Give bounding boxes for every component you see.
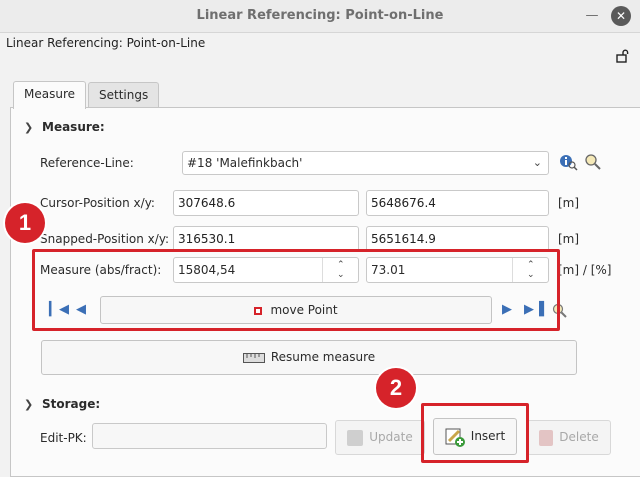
measure-abs-spinbox[interactable]: 15804,54 ⌃ ⌄ [173,257,359,283]
trash-icon [539,429,554,446]
reference-line-select[interactable]: #18 'Malefinkbach' ⌄ [182,151,549,175]
measure-fract-value: 73.01 [371,263,406,277]
update-button[interactable]: Update [335,420,425,455]
save-icon [347,429,364,446]
snapped-y-field[interactable]: 5651614.9 [366,226,549,252]
chevron-down-icon[interactable]: ⌄ [337,271,345,280]
reference-line-label: Reference-Line: [40,156,134,170]
measure-section-header[interactable]: ❯ Measure: [24,120,105,134]
reference-line-value: #18 'Malefinkbach' [187,156,303,170]
chevron-down-icon: ⌄ [532,156,542,169]
chevron-up-icon[interactable]: ⌃ [527,261,535,270]
zoom-icon[interactable] [552,303,568,319]
snapped-position-label: Snapped-Position x/y: [40,232,170,246]
unlock-icon[interactable] [615,49,629,63]
cursor-y-field[interactable]: 5648676.4 [366,190,549,216]
annotation-badge-1: 1 [5,203,45,243]
chevron-down-icon[interactable]: ⌄ [527,271,535,280]
tab-measure[interactable]: Measure [13,81,86,109]
resume-measure-button[interactable]: Resume measure [41,340,577,375]
chevron-up-icon[interactable]: ⌃ [337,261,345,270]
chevron-down-icon: ❯ [24,398,34,411]
point-icon [254,306,263,315]
delete-button[interactable]: Delete [527,420,611,455]
zoom-icon[interactable] [584,153,602,171]
move-point-button[interactable]: move Point [100,296,492,324]
close-icon[interactable]: ✕ [611,6,631,26]
last-icon[interactable]: ▶▐ [524,302,544,317]
storage-section-header[interactable]: ❯ Storage: [24,397,100,411]
insert-icon [445,428,465,447]
snapped-unit: [m] [558,232,580,246]
window-title: Linear Referencing: Point-on-Line [196,8,444,23]
tab-settings[interactable]: Settings [88,82,160,108]
measure-unit: [m] / [%] [558,263,612,277]
edit-pk-label: Edit-PK: [40,431,87,445]
next-icon[interactable]: ▶ [502,302,512,317]
measure-abs-value: 15804,54 [178,263,236,277]
info-icon[interactable] [558,153,578,171]
panel-title: Linear Referencing: Point-on-Line [6,36,206,50]
cursor-position-label: Cursor-Position x/y: [40,196,155,210]
cursor-x-field[interactable]: 307648.6 [173,190,359,216]
edit-pk-field[interactable] [92,423,327,449]
minimize-icon[interactable]: — [582,6,602,26]
measure-fract-stepper[interactable]: ⌃ ⌄ [512,258,548,282]
first-icon[interactable]: ▎◀ [49,302,69,317]
insert-button[interactable]: Insert [433,418,517,455]
cursor-unit: [m] [558,196,580,210]
measure-fract-spinbox[interactable]: 73.01 ⌃ ⌄ [366,257,549,283]
annotation-badge-2: 2 [376,368,416,408]
ruler-icon [242,352,265,363]
measure-label: Measure (abs/fract): [40,263,162,277]
snapped-x-field[interactable]: 316530.1 [173,226,359,252]
previous-icon[interactable]: ◀ [76,302,86,317]
measure-abs-stepper[interactable]: ⌃ ⌄ [322,258,358,282]
window-titlebar: Linear Referencing: Point-on-Line — ✕ [0,0,640,33]
chevron-down-icon: ❯ [24,121,34,134]
